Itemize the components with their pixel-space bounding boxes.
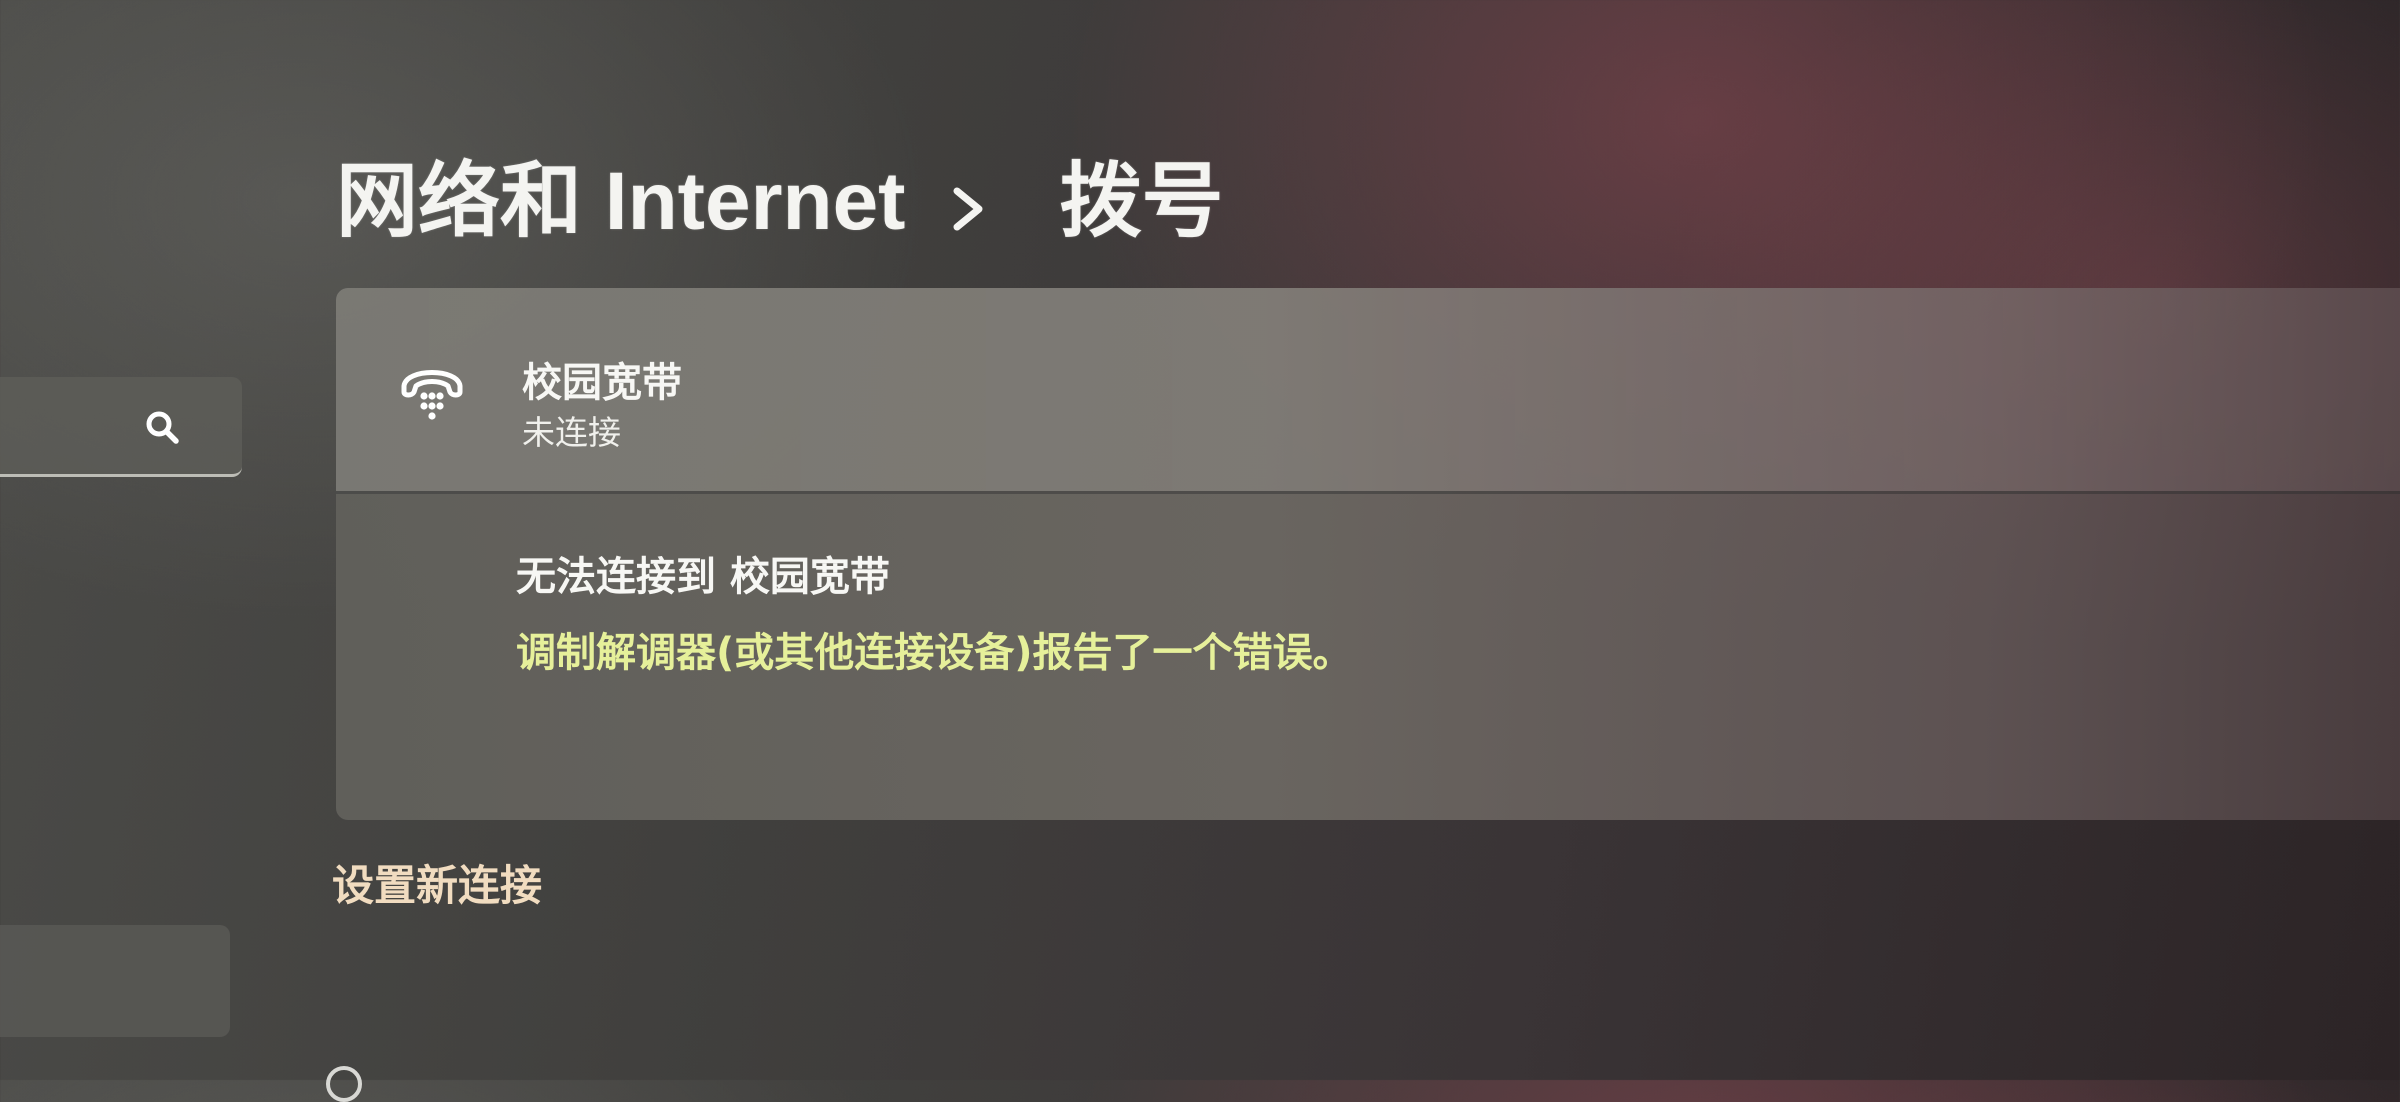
connection-header[interactable]: 校园宽带 未连接 [336, 288, 2400, 494]
connection-name: 校园宽带 [522, 360, 682, 406]
connection-status: 未连接 [522, 413, 621, 452]
search-icon[interactable] [142, 407, 182, 447]
sidebar-item-icon [326, 1066, 362, 1102]
breadcrumb-current: 拨号 [1059, 155, 1224, 247]
search-input[interactable] [0, 377, 134, 473]
settings-search-box[interactable] [0, 377, 242, 477]
page-title: 网络和 Internet 拨号 [336, 138, 1224, 248]
dialup-phone-icon [401, 370, 463, 420]
connection-error-panel: 无法连接到 校园宽带 调制解调器(或其他连接设备)报告了一个错误。 [336, 494, 2400, 820]
error-message: 调制解调器(或其他连接设备)报告了一个错误。 [516, 630, 1353, 676]
chevron-right-icon [949, 163, 1029, 231]
breadcrumb-parent[interactable]: 网络和 Internet [336, 134, 905, 253]
sidebar-item-selected[interactable] [0, 925, 230, 1037]
error-title: 无法连接到 校园宽带 [516, 554, 890, 600]
setup-new-connection-link[interactable]: 设置新连接 [332, 852, 542, 913]
dialup-connection-card: 校园宽带 未连接 无法连接到 校园宽带 调制解调器(或其他连接设备)报告了一个错… [336, 288, 2400, 820]
